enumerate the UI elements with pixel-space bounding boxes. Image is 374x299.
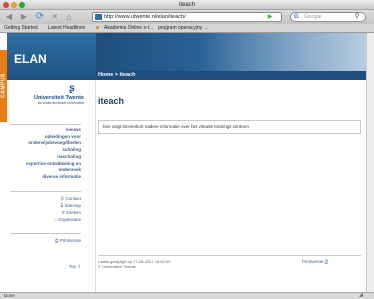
bookmark-akademia-online[interactable]: Akademia Online s-t... (104, 24, 153, 33)
header-photo (200, 33, 366, 71)
search-icon[interactable]: ⚲ (352, 12, 362, 22)
university-tagline: de ondernemende universiteit (37, 101, 84, 105)
bookmark-getting-started[interactable]: Getting Started (4, 24, 38, 33)
contact-link[interactable]: ✆ Contact (8, 196, 81, 202)
printversie-link-left[interactable]: ⎙ Printversie (8, 238, 81, 244)
window-title: iteach (178, 2, 195, 8)
menu-item-diverse-informatie[interactable]: diverse informatie (8, 174, 81, 180)
footer-info: Laatst gewijzigd op 27-08-2007 16:52:03 … (98, 259, 170, 269)
status-text: Done (4, 293, 15, 298)
copyright: © Universiteit Twente (98, 264, 136, 269)
zoeken-link[interactable]: ⚲ Zoeken (8, 210, 81, 216)
menu-item-nieuws[interactable]: nieuws (8, 127, 81, 133)
menu-divider (10, 233, 81, 234)
go-arrow-icon[interactable]: ▶ (266, 12, 274, 22)
menu-item-nascholing[interactable]: nascholing (8, 154, 81, 160)
menu-divider (10, 124, 81, 125)
notice-text: hier volgt binnenkort nadere informatie … (103, 124, 249, 129)
home-icon[interactable]: ⌂ (63, 12, 75, 22)
google-icon[interactable]: G (294, 14, 301, 20)
printversie-link-right[interactable]: Printversie ⎙ (302, 259, 328, 264)
arrow-up-icon: ⇧ (75, 264, 81, 269)
bookmark-program-operacyjny[interactable]: program operacyjny ... (158, 24, 208, 33)
status-bar (0, 292, 374, 299)
menu-item-opleidingen[interactable]: opleidingen voor onderwijsbevoegdheden (8, 134, 81, 145)
menu-divider (10, 191, 81, 192)
menu-item-scholing[interactable]: scholing (8, 147, 81, 153)
rss-icon: ◙ (96, 25, 100, 31)
menu-item-expertise[interactable]: expertise-ontwikkeling en onderzoek (8, 161, 81, 172)
organisatie-link[interactable]: ⌂ Organisatie (8, 217, 81, 223)
back-arrow-icon[interactable]: ◀ (3, 12, 15, 22)
elan-logo[interactable]: ELAN (14, 52, 47, 66)
top-link[interactable]: Top ⇧ (8, 264, 81, 270)
left-navigation (7, 80, 96, 292)
breadcrumb-bar (96, 71, 366, 80)
footer-divider (98, 255, 361, 256)
page-title: iteach (98, 96, 125, 106)
search-placeholder: Google (304, 14, 322, 20)
reload-icon[interactable]: ⟳ (34, 12, 46, 22)
resize-grip-icon[interactable]: ◢ (359, 293, 365, 298)
bookmark-latest-headlines[interactable]: Latest Headlines (48, 24, 85, 33)
site-favicon-icon (95, 14, 102, 20)
forward-arrow-icon[interactable]: ▶ (18, 12, 30, 22)
breadcrumb[interactable]: Home > iteach (98, 71, 135, 80)
stop-icon[interactable]: ✕ (49, 12, 61, 22)
print-icon: ⎙ (323, 259, 329, 264)
url-text[interactable]: http://www.utwente.nl/elan/iteach/ (104, 12, 186, 22)
sitemap-link[interactable]: ⌸ Sitemap (8, 203, 81, 209)
ut-logo-icon: ʂ (69, 83, 75, 94)
page-scrollbar[interactable] (366, 33, 374, 292)
